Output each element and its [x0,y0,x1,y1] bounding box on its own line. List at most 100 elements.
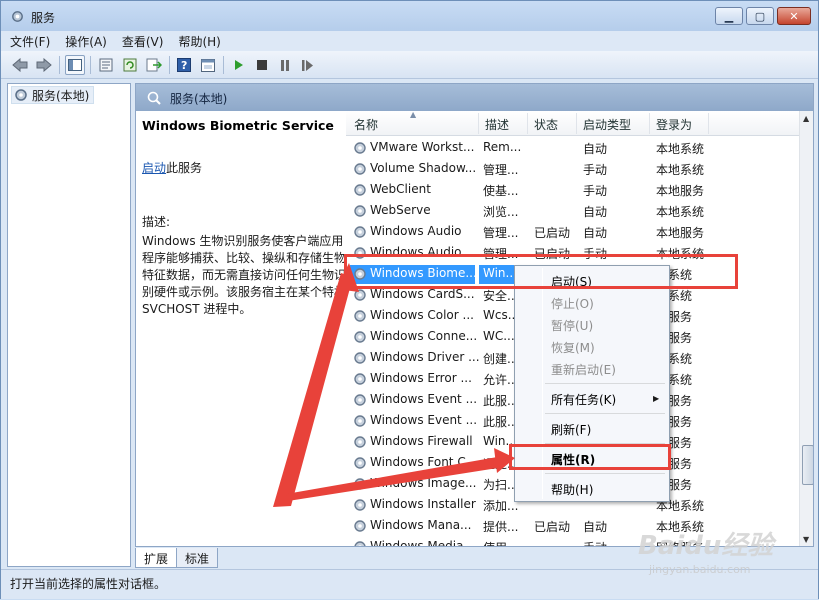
tree-item-services-local[interactable]: 服务(本地) [11,86,95,104]
column-startup-type[interactable]: 启动类型 [583,116,631,133]
menu-action[interactable]: 操作(A) [65,33,107,50]
service-name-cell: Windows Driver ... [350,349,480,368]
maximize-icon: ▢ [754,9,766,23]
forward-icon [36,58,52,72]
toolbar: ? [1,51,818,79]
selected-service-name: Windows Biometric Service [142,118,334,133]
scroll-thumb[interactable] [802,445,813,485]
service-name-cell: Windows Font C... [350,454,478,473]
column-logon-as[interactable]: 登录为 [656,116,692,133]
service-name: Volume Shadow... [370,161,477,175]
service-name: WebClient [370,182,431,196]
scroll-up-icon[interactable]: ▲ [803,114,809,123]
service-gear-icon [354,457,366,469]
svg-text:?: ? [181,59,187,72]
tab-extended[interactable]: 扩展 [135,548,178,568]
menu-file[interactable]: 文件(F) [10,33,50,50]
service-logon: 本地系统 [656,205,705,219]
back-button[interactable] [10,55,30,75]
forward-button[interactable] [34,55,54,75]
console-button[interactable] [198,55,218,75]
menu-item-refresh[interactable]: 刷新(F) [551,421,591,438]
highlight-properties-item [509,444,671,470]
help-button[interactable]: ? [174,55,194,75]
list-header: ▲ 名称 描述 状态 启动类型 登录为 [346,111,800,136]
menu-help[interactable]: 帮助(H) [178,33,220,50]
service-gear-icon [354,415,366,427]
service-description: 管理... [483,226,519,240]
menu-item-resume: 恢复(M) [551,341,595,355]
menu-item-all-tasks[interactable]: 所有任务(K) [551,391,616,408]
column-description[interactable]: 描述 [485,116,509,133]
column-name[interactable]: 名称 [354,116,378,133]
console-icon [201,58,215,72]
service-name-cell: Windows Event ... [350,391,477,410]
service-status: 已启动 [534,226,571,240]
service-logon: 本地系统 [656,142,705,156]
service-name-cell: Windows Error ... [350,370,475,389]
menu-view[interactable]: 查看(V) [122,33,164,50]
minimize-button[interactable]: ▁ [715,7,743,25]
service-gear-icon [354,310,366,322]
back-icon [12,58,28,72]
table-row[interactable]: Windows Audio 管理... 已启动 自动 本地服务 [346,222,800,243]
service-name: VMware Workst... [370,140,475,154]
refresh-button[interactable] [120,55,140,75]
service-description: Rem... [483,140,522,154]
service-name: Windows Conne... [370,329,478,343]
service-name: Windows Audio [370,224,462,238]
content-pane: 服务(本地) Windows Biometric Service 启动此服务 描… [135,83,814,547]
scroll-down-icon[interactable]: ▼ [803,535,809,544]
help-icon: ? [177,58,191,72]
vertical-scrollbar[interactable]: ▲ ▼ [799,111,813,546]
service-startup-type: 手动 [583,163,608,177]
service-name: Windows Font C... [370,455,478,469]
table-row[interactable]: Volume Shadow... 管理... 手动 本地系统 [346,159,800,180]
service-gear-icon [354,352,366,364]
service-gear-icon [354,373,366,385]
description-label: 描述: [142,215,171,229]
table-row[interactable]: WebServe 浏览... 自动 本地系统 [346,201,800,222]
export-button[interactable] [144,55,164,75]
service-name: Windows Mana... [370,518,472,532]
pause-icon [281,59,289,71]
restart-service-button[interactable] [298,55,318,75]
content-header-title: 服务(本地) [170,92,228,106]
services-gear-icon [15,89,27,101]
title-bar[interactable]: 服务 ▁ ▢ ✕ [1,1,818,31]
service-gear-icon [354,499,366,511]
close-button[interactable]: ✕ [777,7,811,25]
service-startup-type: 自动 [583,205,608,219]
service-name: Windows Error ... [370,371,472,385]
menu-item-stop: 停止(O) [551,297,594,311]
maximize-button[interactable]: ▢ [746,7,774,25]
service-name-cell: WebClient [350,181,475,200]
pause-service-button[interactable] [275,55,295,75]
stop-service-button[interactable] [252,55,272,75]
start-service-link[interactable]: 启动 [142,161,166,175]
tree-item-label: 服务(本地) [32,88,90,103]
service-description: 提供... [483,520,519,534]
tab-standard[interactable]: 标准 [176,548,219,568]
stop-icon [257,60,267,70]
service-gear-icon [354,142,366,154]
service-name-cell: Volume Shadow... [350,160,477,179]
service-name-cell: Windows Installer [350,496,476,515]
table-row[interactable]: VMware Workst... Rem... 自动 本地系统 [346,138,800,159]
search-icon [147,91,161,105]
service-name: Windows CardS... [370,287,475,301]
service-name-cell: Windows Mana... [350,517,475,536]
menu-item-help[interactable]: 帮助(H) [551,481,593,498]
table-row[interactable]: WebClient 使基... 手动 本地服务 [346,180,800,201]
services-gear-icon [12,11,23,22]
column-status[interactable]: 状态 [534,116,558,133]
properties-button[interactable] [96,55,116,75]
refresh-icon [123,58,137,72]
service-description: 浏览... [483,205,519,219]
service-gear-icon [354,478,366,490]
start-service-suffix: 此服务 [166,161,203,175]
start-service-button[interactable] [229,55,249,75]
service-status: 已启动 [534,520,571,534]
show-tree-button[interactable] [65,55,85,75]
view-tabs: 扩展 标准 [135,548,219,568]
